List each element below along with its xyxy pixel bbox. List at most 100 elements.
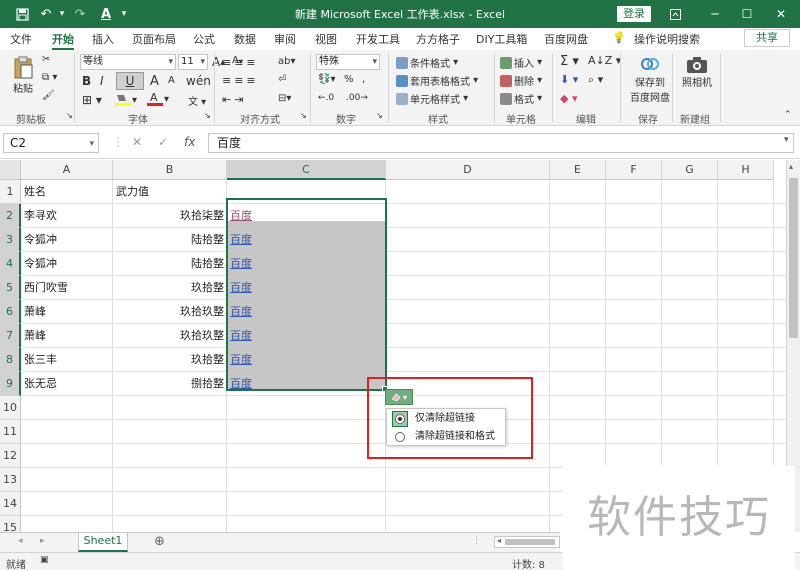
- expand-formula-icon[interactable]: ▾: [784, 135, 789, 145]
- row-header-11[interactable]: 11: [0, 420, 21, 444]
- name-box[interactable]: C2: [3, 133, 99, 153]
- cell-b9[interactable]: 捌拾整: [113, 372, 227, 396]
- cell-a9[interactable]: 张无忌: [21, 372, 113, 396]
- merge-center-icon[interactable]: ⊟▾: [278, 93, 291, 104]
- format-cells-button[interactable]: 格式 ▾: [500, 91, 542, 106]
- save-icon[interactable]: [12, 0, 32, 28]
- conditional-format-button[interactable]: 条件格式 ▾: [396, 55, 458, 70]
- dialog-launcher-icon[interactable]: ↘: [300, 111, 307, 120]
- delete-cells-button[interactable]: 删除 ▾: [500, 73, 542, 88]
- next-sheet-icon[interactable]: ▸: [40, 536, 45, 546]
- dialog-launcher-icon[interactable]: ↘: [66, 111, 73, 120]
- save-to-baidu-button[interactable]: 保存到 百度网盘: [630, 54, 670, 104]
- insert-cells-button[interactable]: 插入 ▾: [500, 55, 542, 70]
- row-header-12[interactable]: 12: [0, 444, 21, 468]
- italic-button[interactable]: I: [100, 74, 104, 88]
- undo-icon[interactable]: ↶: [36, 0, 56, 28]
- tab-baidu-netdisk[interactable]: 百度网盘: [544, 31, 588, 47]
- phonetic-icon[interactable]: wén: [186, 74, 211, 88]
- cell-a8[interactable]: 张三丰: [21, 348, 113, 372]
- cell-b5[interactable]: 玖拾整: [113, 276, 227, 300]
- font-color-button-icon[interactable]: A ▾: [146, 91, 169, 107]
- number-format-select[interactable]: 特殊: [316, 54, 380, 70]
- vertical-align-icons[interactable]: ≡≡≡: [222, 56, 259, 69]
- cell-a7[interactable]: 萧峰: [21, 324, 113, 348]
- cell-a4[interactable]: 令狐冲: [21, 252, 113, 276]
- row-header-7[interactable]: 7: [0, 324, 21, 348]
- row-header-15[interactable]: 15: [0, 516, 21, 532]
- tab-page-layout[interactable]: 页面布局: [132, 31, 176, 47]
- fill-color-icon[interactable]: ▾: [114, 93, 137, 107]
- sort-filter-icon[interactable]: A↓Z ▾: [588, 54, 621, 67]
- share-button[interactable]: 共享: [744, 29, 790, 47]
- shrink-font-a-icon[interactable]: A: [168, 75, 175, 86]
- row-header-1[interactable]: 1: [0, 180, 21, 204]
- indent-icons[interactable]: ⇤⇥: [222, 93, 246, 106]
- column-header-g[interactable]: G: [662, 160, 718, 180]
- cancel-icon[interactable]: ✕: [132, 135, 142, 149]
- border-icon[interactable]: ⊞ ▾: [82, 93, 102, 107]
- cell-styles-button[interactable]: 单元格样式 ▾: [396, 91, 468, 106]
- tab-formulas[interactable]: 公式: [193, 31, 215, 47]
- cell-b6[interactable]: 玖拾玖整: [113, 300, 227, 324]
- increase-decimal-icon[interactable]: ←.0: [318, 93, 334, 103]
- wen-icon[interactable]: 文 ▾: [188, 93, 206, 108]
- scroll-thumb[interactable]: [505, 539, 555, 545]
- font-color-icon[interactable]: A: [96, 0, 116, 28]
- cell-b4[interactable]: 陆拾整: [113, 252, 227, 276]
- tab-developer[interactable]: 开发工具: [356, 31, 400, 47]
- tell-me-search[interactable]: 操作说明搜索: [634, 31, 700, 47]
- row-header-6[interactable]: 6: [0, 300, 21, 324]
- wrap-text-icon[interactable]: ⏎: [278, 74, 286, 85]
- cell-b3[interactable]: 陆拾整: [113, 228, 227, 252]
- font-size-select[interactable]: 11: [178, 54, 208, 70]
- row-header-9[interactable]: 9: [0, 372, 21, 396]
- cell-a1[interactable]: 姓名: [21, 180, 113, 204]
- enter-icon[interactable]: ✓: [158, 135, 168, 149]
- ribbon-display-icon[interactable]: [660, 0, 690, 28]
- cell-b8[interactable]: 玖拾整: [113, 348, 227, 372]
- tab-review[interactable]: 审阅: [274, 31, 296, 47]
- add-sheet-icon[interactable]: ⊕: [154, 534, 165, 549]
- cell-a6[interactable]: 萧峰: [21, 300, 113, 324]
- column-header-c[interactable]: C: [227, 160, 386, 180]
- column-header-f[interactable]: F: [606, 160, 662, 180]
- tab-diy-toolbox[interactable]: DIY工具箱: [476, 31, 527, 47]
- underline-button[interactable]: U: [116, 72, 144, 90]
- font-name-select[interactable]: 等线: [80, 54, 176, 70]
- undo-dropdown-icon[interactable]: ▾: [56, 0, 68, 28]
- tab-data[interactable]: 数据: [234, 31, 256, 47]
- cell-a3[interactable]: 令狐冲: [21, 228, 113, 252]
- orientation-icon[interactable]: ab▾: [278, 56, 296, 67]
- column-header-h[interactable]: H: [718, 160, 774, 180]
- currency-icon[interactable]: 💱▾: [318, 74, 335, 85]
- customize-toolbar-icon[interactable]: ▾: [118, 0, 130, 28]
- cell-b2[interactable]: 玖拾柒整: [113, 204, 227, 228]
- horizontal-scrollbar[interactable]: ◂: [494, 536, 560, 548]
- tab-home[interactable]: 开始: [52, 31, 74, 50]
- decrease-decimal-icon[interactable]: .00→: [346, 93, 368, 103]
- lightbulb-icon[interactable]: 💡: [612, 31, 626, 44]
- maximize-icon[interactable]: ☐: [732, 0, 762, 28]
- cell-a5[interactable]: 西门吹雪: [21, 276, 113, 300]
- horizontal-align-icons[interactable]: ≡≡≡: [222, 74, 259, 87]
- row-header-3[interactable]: 3: [0, 228, 21, 252]
- autosum-icon[interactable]: Σ ▾: [560, 54, 579, 69]
- formula-input[interactable]: 百度: [208, 133, 794, 153]
- close-icon[interactable]: ✕: [766, 0, 796, 28]
- dialog-launcher-icon[interactable]: ↘: [376, 111, 383, 120]
- grow-font-a-icon[interactable]: A: [150, 74, 159, 89]
- scroll-thumb[interactable]: [789, 178, 798, 338]
- camera-button[interactable]: 照相机: [682, 56, 712, 89]
- cell-a2[interactable]: 李寻欢: [21, 204, 113, 228]
- cell-b1[interactable]: 武力值: [113, 180, 227, 204]
- prev-sheet-icon[interactable]: ◂: [18, 536, 23, 546]
- find-select-icon[interactable]: ⌕ ▾: [588, 73, 603, 87]
- percent-icon[interactable]: %: [344, 74, 354, 85]
- column-header-a[interactable]: A: [21, 160, 113, 180]
- select-all-corner[interactable]: [0, 160, 21, 180]
- scroll-left-icon[interactable]: ◂: [497, 536, 501, 545]
- cut-icon[interactable]: ✂: [42, 54, 50, 65]
- format-painter-icon[interactable]: 🖌: [42, 90, 55, 101]
- row-header-10[interactable]: 10: [0, 396, 21, 420]
